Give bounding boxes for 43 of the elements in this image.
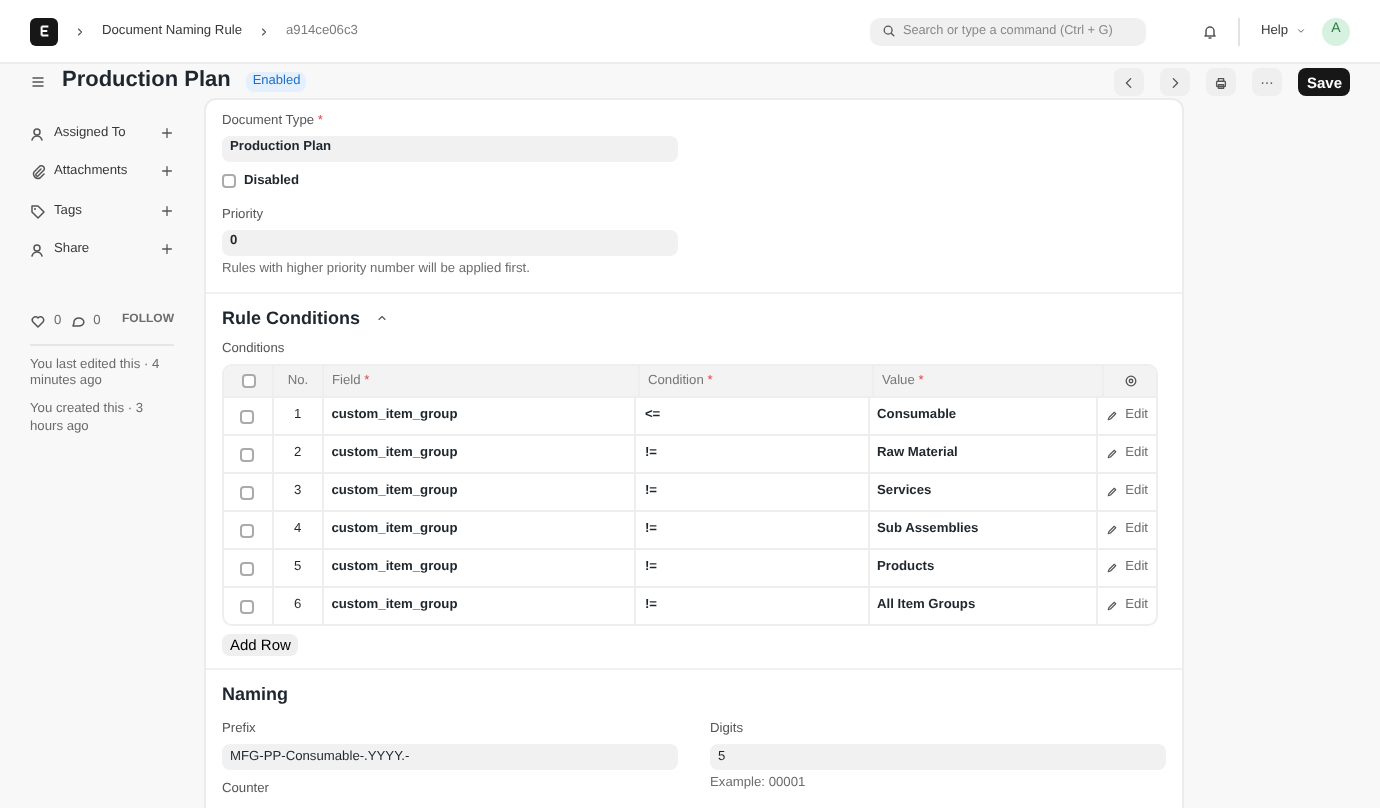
collapse-caret-icon[interactable] — [376, 312, 388, 325]
menu-icon[interactable] — [30, 74, 46, 90]
plus-icon[interactable] — [160, 164, 174, 179]
logo[interactable] — [30, 17, 58, 45]
logo-mark-icon — [35, 22, 53, 40]
pencil-icon — [1105, 410, 1118, 423]
pencil-icon — [1105, 600, 1118, 613]
plus-icon[interactable] — [160, 125, 174, 140]
pencil-icon — [1105, 486, 1118, 499]
bell-icon[interactable] — [1202, 23, 1219, 39]
previous-icon — [1122, 75, 1137, 89]
user-icon — [30, 125, 46, 142]
next-icon — [1168, 75, 1183, 89]
pencil-icon — [1105, 448, 1118, 461]
chevron-right-icon — [74, 25, 86, 37]
comment-icon[interactable] — [69, 314, 86, 330]
row-checkbox[interactable] — [240, 561, 255, 576]
row-checkbox[interactable] — [240, 485, 255, 500]
chevron-right-icon — [258, 25, 270, 37]
previous-button[interactable] — [1114, 68, 1145, 96]
search-icon — [882, 24, 897, 38]
row-checkbox[interactable] — [240, 523, 255, 538]
select-all-checkbox[interactable] — [241, 374, 255, 389]
checkbox[interactable] — [222, 174, 236, 189]
paperclip-icon — [30, 164, 46, 181]
row-checkbox[interactable] — [240, 599, 255, 614]
plus-icon[interactable] — [160, 242, 174, 257]
row-checkbox[interactable] — [240, 447, 255, 462]
settings-icon[interactable] — [1123, 374, 1137, 389]
user-icon — [30, 242, 46, 259]
print-icon — [1214, 75, 1229, 89]
row-checkbox[interactable] — [240, 409, 255, 424]
pencil-icon — [1105, 524, 1118, 537]
section-title: Naming — [222, 684, 291, 707]
heart-icon[interactable] — [30, 314, 46, 330]
page-title: Production Plan — [62, 68, 231, 96]
next-button[interactable] — [1160, 68, 1191, 96]
plus-icon[interactable] — [160, 203, 174, 218]
section-title: Rule Conditions — [222, 307, 360, 329]
caret-down-icon — [1296, 26, 1306, 36]
tag-icon — [30, 203, 46, 220]
print-button[interactable] — [1206, 68, 1237, 96]
pencil-icon — [1105, 562, 1118, 575]
